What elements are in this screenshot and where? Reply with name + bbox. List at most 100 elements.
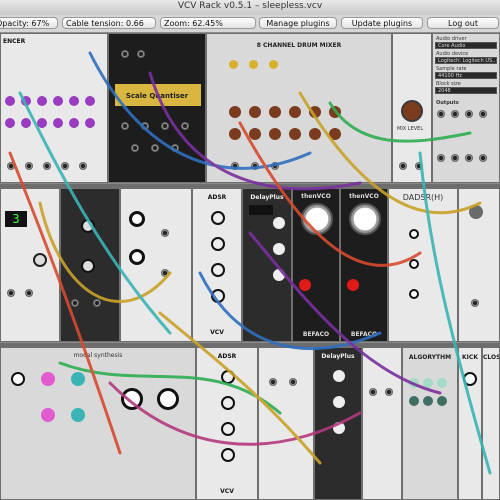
note-jack[interactable] bbox=[181, 122, 189, 130]
rate-knob[interactable] bbox=[33, 253, 47, 267]
mix-jack[interactable] bbox=[161, 269, 169, 277]
pwm-knob[interactable] bbox=[347, 279, 359, 291]
time-knob[interactable] bbox=[333, 370, 345, 382]
sustain-knob[interactable] bbox=[221, 422, 235, 436]
audio-out-jack[interactable] bbox=[465, 110, 473, 118]
mute-jack[interactable] bbox=[251, 162, 259, 170]
attack-knob[interactable] bbox=[211, 211, 225, 225]
then-vco-module-2[interactable]: thenVCO BEFACO bbox=[340, 188, 388, 342]
step-knob[interactable] bbox=[85, 118, 95, 128]
algo-button[interactable] bbox=[409, 396, 419, 406]
feedback-knob[interactable] bbox=[273, 243, 285, 255]
kick-module[interactable]: KICK bbox=[458, 347, 482, 500]
adsr-module-2[interactable]: ADSR VCV bbox=[196, 347, 258, 500]
envelope-knob[interactable] bbox=[409, 259, 419, 269]
mute-jack[interactable] bbox=[271, 162, 279, 170]
step-knob[interactable] bbox=[85, 96, 95, 106]
step-knob[interactable] bbox=[69, 118, 79, 128]
modal-knob[interactable] bbox=[11, 372, 25, 386]
mix-knob[interactable] bbox=[129, 249, 145, 265]
color-knob[interactable] bbox=[333, 422, 345, 434]
decay-knob[interactable] bbox=[221, 396, 235, 410]
algo-button[interactable] bbox=[423, 378, 433, 388]
frequency-knob[interactable] bbox=[349, 203, 381, 235]
algo-button[interactable] bbox=[423, 396, 433, 406]
pan-knob[interactable] bbox=[269, 106, 281, 118]
attack-knob[interactable] bbox=[221, 370, 235, 384]
note-jack[interactable] bbox=[161, 122, 169, 130]
pan-knob[interactable] bbox=[309, 128, 321, 140]
note-jack[interactable] bbox=[171, 144, 179, 152]
note-jack[interactable] bbox=[121, 122, 129, 130]
mix-level-module[interactable]: MIX LEVEL bbox=[392, 33, 432, 183]
step-knob[interactable] bbox=[37, 118, 47, 128]
scale-quantiser-module[interactable]: Scale Quantiser bbox=[108, 33, 206, 183]
seq-jack[interactable] bbox=[385, 388, 393, 396]
cable-tension-slider[interactable]: Cable tension: 0.66 bbox=[62, 17, 156, 29]
output-jack[interactable] bbox=[399, 162, 407, 170]
step-knob[interactable] bbox=[53, 118, 63, 128]
step-knob[interactable] bbox=[53, 96, 63, 106]
close-module[interactable]: CLOSE bbox=[482, 347, 500, 500]
trigger-button[interactable] bbox=[469, 205, 483, 219]
trigger-jack[interactable] bbox=[471, 299, 479, 307]
gate-jack[interactable] bbox=[43, 162, 51, 170]
output-jack[interactable] bbox=[415, 162, 423, 170]
sequencer-module-2[interactable] bbox=[362, 347, 402, 500]
modal-synthesis-module[interactable]: modal synthesis bbox=[0, 347, 196, 500]
note-jack[interactable] bbox=[141, 122, 149, 130]
zoom-slider[interactable]: Zoom: 62.45% bbox=[160, 17, 256, 29]
opacity-slider[interactable]: Opacity: 67% bbox=[0, 17, 58, 29]
mix-knob[interactable] bbox=[129, 211, 145, 227]
audio-in-jack[interactable] bbox=[479, 154, 487, 162]
scope-jack[interactable] bbox=[289, 378, 297, 386]
algo-button[interactable] bbox=[437, 396, 447, 406]
decay-knob[interactable] bbox=[211, 237, 225, 251]
release-knob[interactable] bbox=[221, 448, 235, 462]
audio-in-jack[interactable] bbox=[451, 154, 459, 162]
delay-plus-module-2[interactable]: DelayPlus bbox=[314, 347, 362, 500]
modal-knob[interactable] bbox=[71, 372, 85, 386]
release-knob[interactable] bbox=[211, 289, 225, 303]
algorithm-module[interactable]: ALGORYTHM bbox=[402, 347, 458, 500]
audio-driver-select[interactable]: Core Audio bbox=[435, 42, 497, 49]
pan-knob[interactable] bbox=[329, 106, 341, 118]
drum-mixer-module[interactable]: 8 CHANNEL DRUM MIXER MIX LEVEL bbox=[206, 33, 392, 183]
log-out-button[interactable]: Log out bbox=[427, 17, 499, 29]
sample-rate-select[interactable]: 44100 Hz bbox=[435, 72, 497, 79]
gate-jack[interactable] bbox=[79, 162, 87, 170]
step-knob[interactable] bbox=[37, 96, 47, 106]
modal-knob[interactable] bbox=[41, 408, 55, 422]
scope-jack[interactable] bbox=[269, 378, 277, 386]
time-knob[interactable] bbox=[273, 217, 285, 229]
rack-canvas[interactable]: ENCER Scale Quantiser 8 CHANNEL DRUM MIX… bbox=[0, 33, 500, 500]
pan-knob[interactable] bbox=[269, 128, 281, 140]
pan-knob[interactable] bbox=[249, 106, 261, 118]
input-jack[interactable] bbox=[137, 50, 145, 58]
audio-out-jack[interactable] bbox=[451, 110, 459, 118]
brightness-knob[interactable] bbox=[157, 388, 179, 410]
audio-in-jack[interactable] bbox=[437, 154, 445, 162]
audio-interface-module[interactable]: Audio driver Core Audio Audio device Log… bbox=[432, 33, 500, 183]
tune-knob[interactable] bbox=[81, 259, 95, 273]
step-knob[interactable] bbox=[21, 118, 31, 128]
adsr-module[interactable]: ADSR VCV bbox=[192, 188, 242, 342]
mix-level-knob[interactable] bbox=[401, 100, 423, 122]
block-size-select[interactable]: 2048 bbox=[435, 87, 497, 94]
mix-jack[interactable] bbox=[161, 229, 169, 237]
gate-jack[interactable] bbox=[25, 162, 33, 170]
pwm-knob[interactable] bbox=[299, 279, 311, 291]
step-knob[interactable] bbox=[5, 118, 15, 128]
update-plugins-button[interactable]: Update plugins bbox=[341, 17, 423, 29]
step-knob[interactable] bbox=[69, 96, 79, 106]
geometry-knob[interactable] bbox=[121, 388, 143, 410]
clock-jack[interactable] bbox=[25, 289, 33, 297]
tuning-module[interactable] bbox=[60, 188, 120, 342]
clock-module[interactable]: 3 bbox=[0, 188, 60, 342]
step-knob[interactable] bbox=[21, 96, 31, 106]
envelope-knob[interactable] bbox=[409, 289, 419, 299]
step-knob[interactable] bbox=[5, 96, 15, 106]
then-vco-module-1[interactable]: thenVCO BEFACO bbox=[292, 188, 340, 342]
sustain-knob[interactable] bbox=[211, 263, 225, 277]
level-knob[interactable] bbox=[249, 60, 258, 69]
